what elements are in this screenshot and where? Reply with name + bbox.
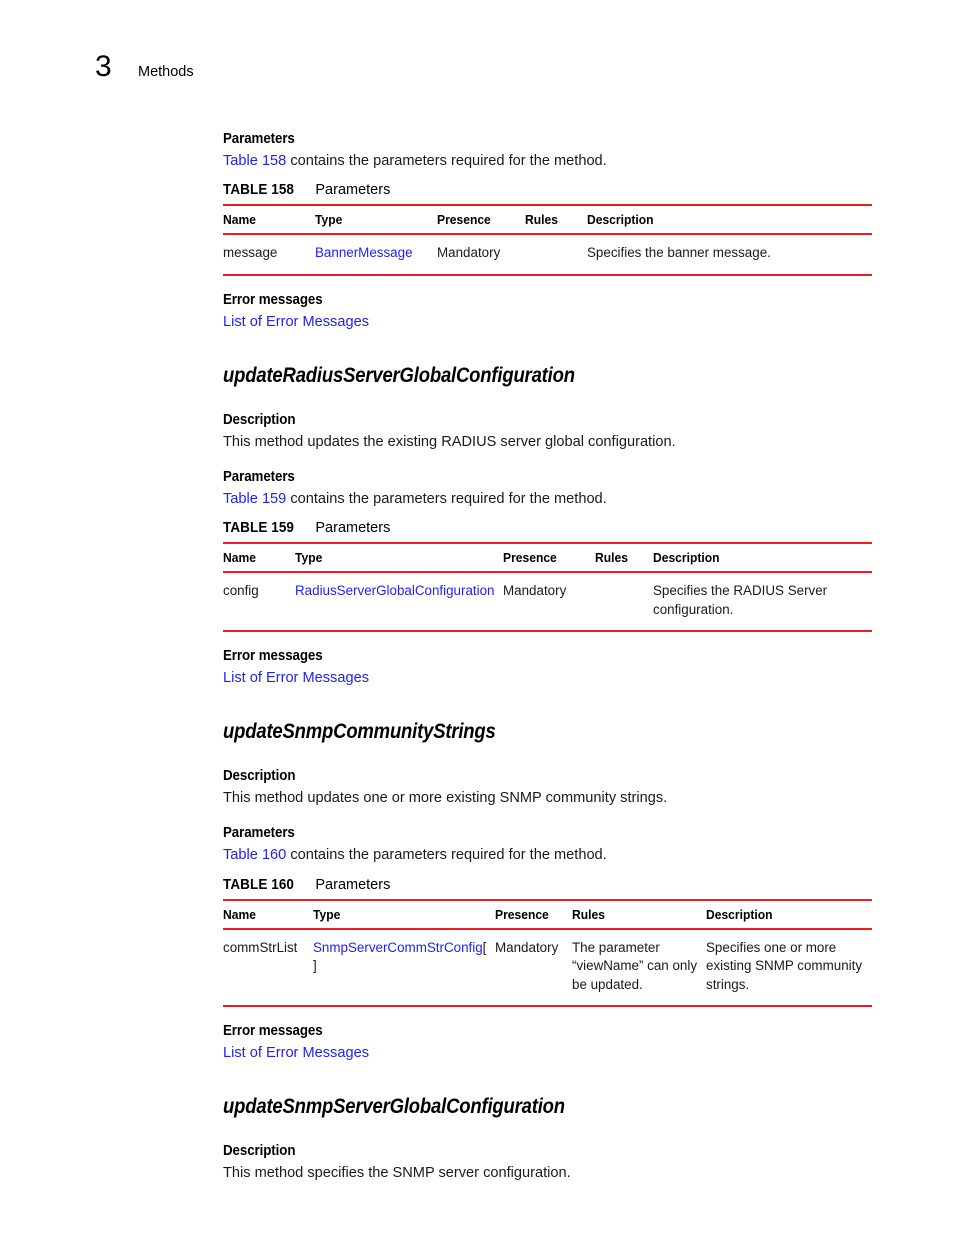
description-heading: Description (223, 411, 296, 428)
table-caption-label: TABLE 158 (223, 182, 295, 199)
list-of-error-messages-link[interactable]: List of Error Messages (223, 670, 369, 686)
column-header-type: Type (295, 550, 323, 566)
cell-rules (525, 234, 587, 275)
column-header-description: Description (653, 550, 720, 566)
cell-presence: Mandatory (503, 583, 567, 599)
cell-rules: The parameter “viewName” can only be upd… (572, 939, 698, 992)
parameters-heading: Parameters (223, 825, 295, 842)
cell-rules (595, 572, 653, 631)
section-update-snmp-server-global-configuration: updateSnmpServerGlobalConfiguration Desc… (223, 1095, 873, 1184)
cell-presence: Mandatory (437, 245, 501, 261)
section-update-snmp-community-strings: updateSnmpCommunityStrings Description T… (223, 720, 873, 1064)
parameters-table-158: Name Type Presence Rules Description mes… (223, 204, 872, 276)
parameters-intro-rest: contains the parameters required for the… (286, 847, 607, 864)
table-reference-link[interactable]: Table 159 (223, 491, 286, 507)
column-header-type: Type (313, 906, 341, 922)
type-link[interactable]: SnmpServerCommStrConfig (313, 940, 483, 955)
column-header-rules: Rules (525, 212, 558, 228)
section-update-radius-server-global-configuration: updateRadiusServerGlobalConfiguration De… (223, 364, 873, 689)
table-caption: TABLE 159 Parameters (223, 519, 873, 537)
parameters-intro: Table 160 contains the parameters requir… (223, 845, 873, 866)
chapter-title: Methods (138, 64, 194, 80)
table-caption-title: Parameters (315, 520, 391, 537)
description-text: This method updates one or more existing… (223, 790, 668, 807)
list-of-error-messages-link[interactable]: List of Error Messages (223, 1045, 369, 1061)
table-caption-title: Parameters (315, 182, 391, 199)
cell-description: Specifies the banner message. (587, 245, 771, 261)
column-header-rules: Rules (595, 550, 628, 566)
method-heading: updateRadiusServerGlobalConfiguration (223, 363, 575, 387)
column-header-name: Name (223, 212, 256, 228)
error-messages-link-wrap: List of Error Messages (223, 1043, 873, 1064)
cell-name: commStrList (223, 939, 298, 955)
column-header-presence: Presence (437, 212, 491, 228)
cell-description: Specifies the RADIUS Server configuratio… (653, 583, 828, 617)
column-header-presence: Presence (495, 906, 549, 922)
cell-type: SnmpServerCommStrConfig[ ] (313, 929, 495, 1007)
cell-name: config (223, 583, 259, 599)
table-reference-link[interactable]: Table 158 (223, 153, 286, 169)
page-running-header: 3 Methods (95, 52, 194, 82)
parameters-heading: Parameters (223, 468, 295, 485)
error-messages-heading: Error messages (223, 291, 323, 308)
table-caption: TABLE 160 Parameters (223, 876, 873, 894)
parameters-heading: Parameters (223, 131, 295, 147)
table-header-row: Name Type Presence Rules Description (223, 205, 872, 235)
table-row: commStrList SnmpServerCommStrConfig[ ] M… (223, 929, 872, 1007)
table-caption: TABLE 158 Parameters (223, 181, 873, 199)
column-header-presence: Presence (503, 550, 557, 566)
column-header-description: Description (706, 906, 773, 922)
type-link[interactable]: BannerMessage (315, 245, 413, 260)
table-caption-title: Parameters (315, 876, 391, 893)
cell-presence: Mandatory (495, 939, 559, 955)
description-text: This method updates the existing RADIUS … (223, 433, 676, 450)
table-header-row: Name Type Presence Rules Description (223, 543, 872, 573)
list-of-error-messages-link[interactable]: List of Error Messages (223, 314, 369, 330)
cell-type: BannerMessage (315, 234, 437, 275)
cell-type: RadiusServerGlobalConfiguration (295, 572, 503, 631)
description-heading: Description (223, 768, 296, 785)
column-header-description: Description (587, 212, 654, 228)
column-header-name: Name (223, 906, 256, 922)
section-banner-message: Parameters Table 158 contains the parame… (223, 131, 873, 333)
description-heading: Description (223, 1143, 296, 1160)
parameters-intro-rest: contains the parameters required for the… (286, 153, 607, 169)
type-link[interactable]: RadiusServerGlobalConfiguration (295, 583, 494, 598)
error-messages-link-wrap: List of Error Messages (223, 668, 873, 689)
parameters-intro-rest: contains the parameters required for the… (286, 490, 607, 507)
table-caption-label: TABLE 159 (223, 520, 295, 537)
table-row: message BannerMessage Mandatory Specifie… (223, 234, 872, 275)
method-heading: updateSnmpServerGlobalConfiguration (223, 1095, 565, 1119)
parameters-table-159: Name Type Presence Rules Description con… (223, 542, 872, 632)
table-row: config RadiusServerGlobalConfiguration M… (223, 572, 872, 632)
description-text: This method specifies the SNMP server co… (223, 1165, 571, 1182)
error-messages-link-wrap: List of Error Messages (223, 312, 873, 333)
parameters-intro: Table 158 contains the parameters requir… (223, 151, 873, 172)
table-header-row: Name Type Presence Rules Description (223, 899, 872, 929)
table-reference-link[interactable]: Table 160 (223, 847, 286, 863)
error-messages-heading: Error messages (223, 648, 323, 665)
column-header-type: Type (315, 212, 343, 228)
chapter-number: 3 (95, 50, 112, 83)
error-messages-heading: Error messages (223, 1023, 323, 1040)
parameters-intro: Table 159 contains the parameters requir… (223, 489, 873, 510)
table-caption-label: TABLE 160 (223, 876, 295, 893)
cell-name: message (223, 245, 278, 261)
cell-description: Specifies one or more existing SNMP comm… (706, 939, 863, 992)
method-heading: updateSnmpCommunityStrings (223, 720, 496, 744)
parameters-table-160: Name Type Presence Rules Description com… (223, 899, 872, 1008)
column-header-name: Name (223, 550, 256, 566)
column-header-rules: Rules (572, 906, 605, 922)
page-content: Parameters Table 158 contains the parame… (223, 131, 873, 1184)
